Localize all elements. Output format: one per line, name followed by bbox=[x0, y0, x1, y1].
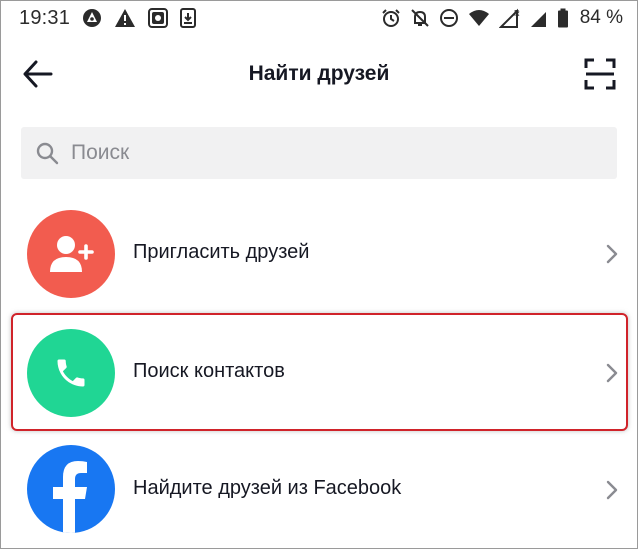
phone-icon bbox=[57, 359, 85, 387]
chevron-right-icon bbox=[606, 363, 618, 383]
warning-icon bbox=[115, 9, 136, 27]
battery-percent: 84 % bbox=[579, 7, 623, 28]
signal-icon: R bbox=[498, 8, 520, 28]
status-left: 19:31 bbox=[19, 6, 197, 30]
app-notification-icon bbox=[83, 9, 102, 27]
invite-friends-item[interactable]: Пригласить друзей bbox=[1, 199, 637, 309]
wifi-icon bbox=[468, 10, 489, 26]
invite-friends-label: Пригласить друзей bbox=[133, 241, 310, 263]
search-contacts-avatar bbox=[27, 329, 115, 417]
search-bar[interactable] bbox=[21, 127, 617, 179]
qr-scan-icon bbox=[584, 58, 616, 90]
status-bar: 19:31 R 84 % bbox=[1, 1, 637, 35]
search-icon bbox=[36, 142, 59, 165]
signal-icon-secondary bbox=[530, 12, 546, 27]
notifications-off-icon bbox=[410, 9, 429, 27]
network-indicator: R bbox=[514, 9, 520, 18]
facebook-friends-item[interactable]: Найдите друзей из Facebook bbox=[1, 433, 637, 543]
facebook-icon bbox=[53, 461, 87, 533]
do-not-disturb-icon bbox=[439, 9, 458, 27]
alarm-icon bbox=[381, 9, 400, 27]
scan-qr-button[interactable] bbox=[583, 57, 617, 91]
header: Найти друзей bbox=[1, 41, 637, 107]
download-icon bbox=[180, 8, 197, 28]
chevron-right-icon bbox=[606, 480, 618, 500]
search-contacts-item[interactable]: Поиск контактов bbox=[1, 315, 637, 425]
status-right: R 84 % bbox=[381, 7, 623, 29]
back-button[interactable] bbox=[21, 59, 55, 89]
facebook-friends-label: Найдите друзей из Facebook bbox=[133, 477, 402, 499]
facebook-avatar bbox=[27, 445, 115, 533]
search-contacts-label: Поиск контактов bbox=[133, 360, 285, 382]
app-badge-icon bbox=[148, 8, 169, 28]
battery-icon bbox=[557, 8, 568, 28]
status-time: 19:31 bbox=[19, 6, 71, 29]
search-input[interactable] bbox=[69, 140, 593, 166]
invite-friends-avatar bbox=[27, 210, 115, 298]
add-user-icon bbox=[50, 236, 94, 272]
arrow-left-icon bbox=[23, 60, 53, 88]
chevron-right-icon bbox=[606, 244, 618, 264]
page-title: Найти друзей bbox=[248, 62, 390, 85]
